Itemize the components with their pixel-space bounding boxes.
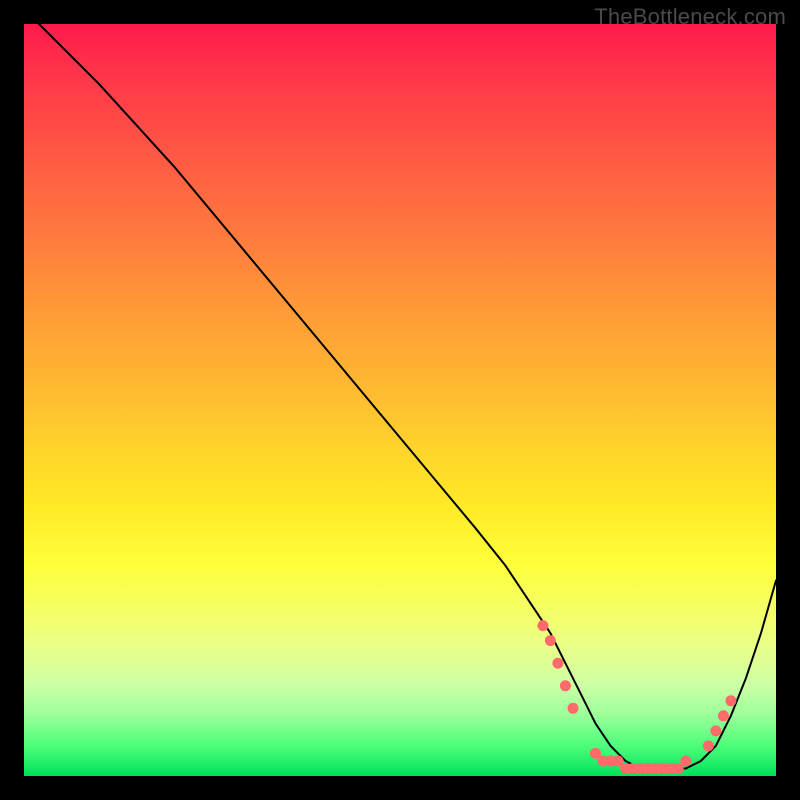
curve-svg xyxy=(24,24,776,776)
marker-dot xyxy=(613,756,624,767)
plot-area xyxy=(24,24,776,776)
marker-dot xyxy=(718,710,729,721)
bottleneck-curve-path xyxy=(39,24,776,769)
marker-dot xyxy=(537,620,548,631)
marker-dot xyxy=(665,763,676,774)
chart-frame: TheBottleneck.com xyxy=(0,0,800,800)
marker-dot xyxy=(628,763,639,774)
marker-group xyxy=(537,620,736,774)
marker-dot xyxy=(590,748,601,759)
marker-dot xyxy=(650,763,661,774)
marker-dot xyxy=(643,763,654,774)
marker-dot xyxy=(680,756,691,767)
marker-dot xyxy=(658,763,669,774)
marker-dot xyxy=(620,763,631,774)
marker-dot xyxy=(568,703,579,714)
marker-dot xyxy=(673,763,684,774)
marker-dot xyxy=(552,658,563,669)
marker-dot xyxy=(605,756,616,767)
marker-dot xyxy=(710,725,721,736)
marker-dot xyxy=(635,763,646,774)
marker-dot xyxy=(598,756,609,767)
marker-dot xyxy=(725,695,736,706)
marker-dot xyxy=(703,740,714,751)
marker-dot xyxy=(560,680,571,691)
marker-dot xyxy=(545,635,556,646)
